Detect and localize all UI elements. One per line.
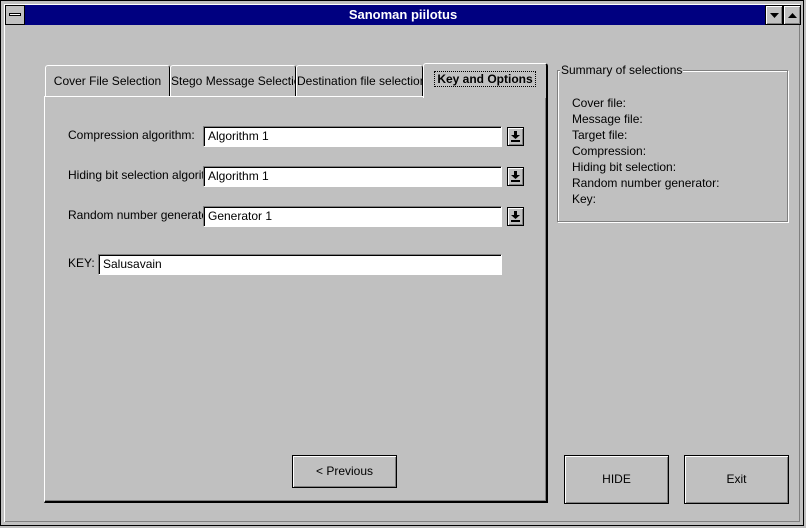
summary-cover-file: Cover file: xyxy=(572,96,627,110)
random-generator-select[interactable]: Generator 1 xyxy=(203,206,502,227)
window-title: Sanoman piilotus xyxy=(348,7,458,22)
summary-hiding-bit: Hiding bit selection: xyxy=(572,160,677,174)
tab-label: Key and Options xyxy=(434,71,536,87)
random-generator-dropdown-button[interactable] xyxy=(507,207,524,226)
exit-button[interactable]: Exit xyxy=(684,455,789,504)
hiding-bit-dropdown-button[interactable] xyxy=(507,167,524,186)
summary-title: Summary of selections xyxy=(560,63,684,77)
compression-dropdown-button[interactable] xyxy=(507,127,524,146)
key-input[interactable]: Salusavain xyxy=(98,254,502,275)
minimize-arrow-icon xyxy=(769,12,779,18)
tab-panel-key-and-options xyxy=(44,96,548,503)
summary-compression: Compression: xyxy=(572,144,647,158)
previous-button[interactable]: < Previous xyxy=(292,455,397,488)
minimize-button[interactable] xyxy=(765,5,783,25)
dropdown-arrow-icon xyxy=(511,171,520,182)
summary-message-file: Message file: xyxy=(572,112,643,126)
maximize-arrow-icon xyxy=(787,12,797,18)
title-bar[interactable]: Sanoman piilotus xyxy=(5,5,801,25)
dropdown-arrow-icon xyxy=(511,211,520,222)
summary-random-generator: Random number generator: xyxy=(572,176,720,190)
tab-label: Cover File Selection xyxy=(53,74,162,88)
tab-cover-file-selection[interactable]: Cover File Selection xyxy=(45,65,170,97)
tab-label: Destination file selection xyxy=(297,74,423,88)
tab-stego-message-selection[interactable]: Stego Message Selection xyxy=(170,65,296,97)
tab-label: Stego Message Selection xyxy=(171,74,296,88)
random-generator-label: Random number generator: xyxy=(68,208,216,222)
compression-select[interactable]: Algorithm 1 xyxy=(203,126,502,147)
tab-destination-file-selection[interactable]: Destination file selection xyxy=(296,65,423,97)
hiding-bit-select[interactable]: Algorithm 1 xyxy=(203,166,502,187)
system-menu-icon[interactable] xyxy=(5,5,25,25)
previous-button-label: < Previous xyxy=(315,464,374,478)
hide-button[interactable]: HIDE xyxy=(564,455,669,504)
hiding-bit-label: Hiding bit selection algoritm: xyxy=(68,168,219,182)
key-label: KEY: xyxy=(68,256,95,270)
hide-button-label: HIDE xyxy=(602,472,631,486)
compression-label: Compression algorithm: xyxy=(68,128,195,142)
exit-button-label: Exit xyxy=(726,472,747,486)
dropdown-arrow-icon xyxy=(511,131,520,142)
maximize-button[interactable] xyxy=(783,5,801,25)
summary-key: Key: xyxy=(572,192,597,206)
tab-key-and-options[interactable]: Key and Options xyxy=(423,63,548,98)
summary-target-file: Target file: xyxy=(572,128,628,142)
